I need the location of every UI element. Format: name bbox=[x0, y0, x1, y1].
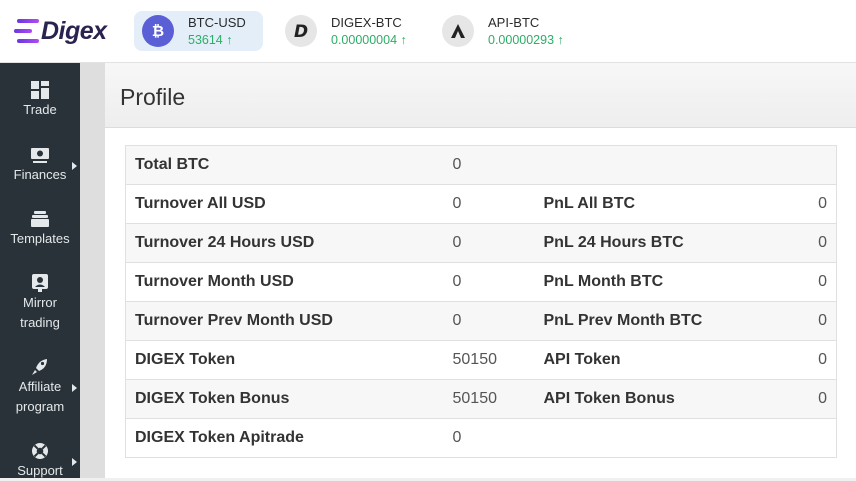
table-row: DIGEX Token 50150 API Token 0 bbox=[125, 340, 837, 380]
stat-label: PnL Month BTC bbox=[534, 262, 796, 302]
sidebar-item-trade[interactable]: Trade bbox=[0, 81, 80, 120]
table-row: Turnover Month USD 0 PnL Month BTC 0 bbox=[125, 262, 837, 302]
table-row: Total BTC 0 bbox=[125, 145, 837, 185]
ticker-btc-usd[interactable]: ₿ BTC-USD 53614 ↑ bbox=[134, 11, 263, 51]
sidebar-item-mirror-trading[interactable]: Mirror trading bbox=[0, 274, 80, 333]
stack-icon bbox=[31, 211, 49, 227]
stat-label: DIGEX Token Apitrade bbox=[125, 418, 444, 458]
sidebar: Trade Finances Templates Mirror trading … bbox=[0, 63, 80, 478]
top-bar: Digex ₿ BTC-USD 53614 ↑ D DIGEX-BTC 0.00… bbox=[0, 0, 856, 63]
profile-table: Total BTC 0 Turnover All USD 0 PnL All B… bbox=[125, 145, 837, 458]
grid-icon bbox=[31, 81, 49, 99]
svg-text:D: D bbox=[294, 22, 308, 41]
stat-value: 0 bbox=[795, 301, 837, 341]
chevron-right-icon bbox=[72, 384, 77, 392]
stat-value: 50150 bbox=[443, 379, 535, 419]
stat-value: 0 bbox=[795, 223, 837, 263]
svg-text:₿: ₿ bbox=[152, 22, 164, 40]
ticker-price: 0.00000293 ↑ bbox=[488, 32, 564, 47]
stat-label: PnL All BTC bbox=[534, 184, 796, 224]
stat-label: DIGEX Token bbox=[125, 340, 444, 380]
ticker-pair: DIGEX-BTC bbox=[331, 14, 402, 30]
stat-label: API Token bbox=[534, 340, 796, 380]
rocket-icon bbox=[32, 359, 47, 375]
stat-value: 0 bbox=[443, 184, 535, 224]
stat-label: API Token Bonus bbox=[534, 379, 796, 419]
page-header: Profile bbox=[105, 63, 856, 128]
sidebar-item-label: Templates bbox=[10, 231, 70, 246]
table-row: Turnover Prev Month USD 0 PnL Prev Month… bbox=[125, 301, 837, 341]
stat-value: 0 bbox=[795, 340, 837, 380]
table-row: Turnover 24 Hours USD 0 PnL 24 Hours BTC… bbox=[125, 223, 837, 263]
sidebar-item-support[interactable]: Support bbox=[0, 442, 80, 481]
stat-label: DIGEX Token Bonus bbox=[125, 379, 444, 419]
digex-coin-icon: D bbox=[285, 15, 317, 47]
stat-label bbox=[534, 418, 796, 458]
brand-name: Digex bbox=[41, 16, 107, 45]
stat-value: 0 bbox=[443, 262, 535, 302]
api-coin-icon bbox=[442, 15, 474, 47]
page-title: Profile bbox=[120, 84, 186, 110]
stat-label: PnL 24 Hours BTC bbox=[534, 223, 796, 263]
stat-value: 0 bbox=[443, 418, 535, 458]
ticker-price: 0.00000004 ↑ bbox=[331, 32, 407, 47]
main-content: Profile Total BTC 0 Turnover All USD 0 P… bbox=[105, 63, 856, 478]
ticker-api-btc[interactable]: API-BTC 0.00000293 ↑ bbox=[434, 11, 574, 51]
ticker-pair: BTC-USD bbox=[188, 14, 246, 30]
ticker-digex-btc[interactable]: D DIGEX-BTC 0.00000004 ↑ bbox=[277, 11, 417, 51]
stat-label: Turnover All USD bbox=[125, 184, 444, 224]
stat-value: 0 bbox=[795, 184, 837, 224]
sidebar-item-label: Support bbox=[17, 463, 63, 478]
sidebar-item-templates[interactable]: Templates bbox=[0, 210, 80, 249]
stat-value bbox=[795, 418, 837, 458]
table-row: DIGEX Token Apitrade 0 bbox=[125, 418, 837, 458]
stat-value: 0 bbox=[443, 145, 535, 185]
stat-label: Total BTC bbox=[125, 145, 444, 185]
stat-value bbox=[795, 145, 837, 185]
sidebar-item-label: Trade bbox=[23, 102, 57, 117]
stat-value: 50150 bbox=[443, 340, 535, 380]
mirror-icon bbox=[32, 274, 48, 292]
stat-label: Turnover 24 Hours USD bbox=[125, 223, 444, 263]
sidebar-item-label: Affiliate program bbox=[15, 379, 65, 414]
sidebar-item-label: Mirror trading bbox=[20, 295, 60, 330]
logo-mark-icon bbox=[14, 16, 40, 46]
stat-label bbox=[534, 145, 796, 185]
bitcoin-icon: ₿ bbox=[142, 15, 174, 47]
stat-label: PnL Prev Month BTC bbox=[534, 301, 796, 341]
sidebar-item-finances[interactable]: Finances bbox=[0, 146, 80, 185]
stat-value: 0 bbox=[795, 262, 837, 302]
table-row: DIGEX Token Bonus 50150 API Token Bonus … bbox=[125, 379, 837, 419]
chevron-right-icon bbox=[72, 458, 77, 466]
stat-value: 0 bbox=[795, 379, 837, 419]
ticker-pair: API-BTC bbox=[488, 14, 540, 30]
lifebuoy-icon bbox=[32, 443, 48, 459]
sidebar-item-label: Finances bbox=[13, 167, 67, 182]
money-icon bbox=[31, 148, 49, 163]
stat-label: Turnover Month USD bbox=[125, 262, 444, 302]
chevron-right-icon bbox=[72, 162, 77, 170]
stat-value: 0 bbox=[443, 223, 535, 263]
ticker-price: 53614 ↑ bbox=[188, 32, 233, 47]
digex-logo[interactable]: Digex bbox=[14, 14, 107, 48]
table-row: Turnover All USD 0 PnL All BTC 0 bbox=[125, 184, 837, 224]
stat-label: Turnover Prev Month USD bbox=[125, 301, 444, 341]
sidebar-item-affiliate-program[interactable]: Affiliate program bbox=[0, 358, 80, 417]
sidebar-gutter bbox=[80, 63, 105, 478]
stat-value: 0 bbox=[443, 301, 535, 341]
